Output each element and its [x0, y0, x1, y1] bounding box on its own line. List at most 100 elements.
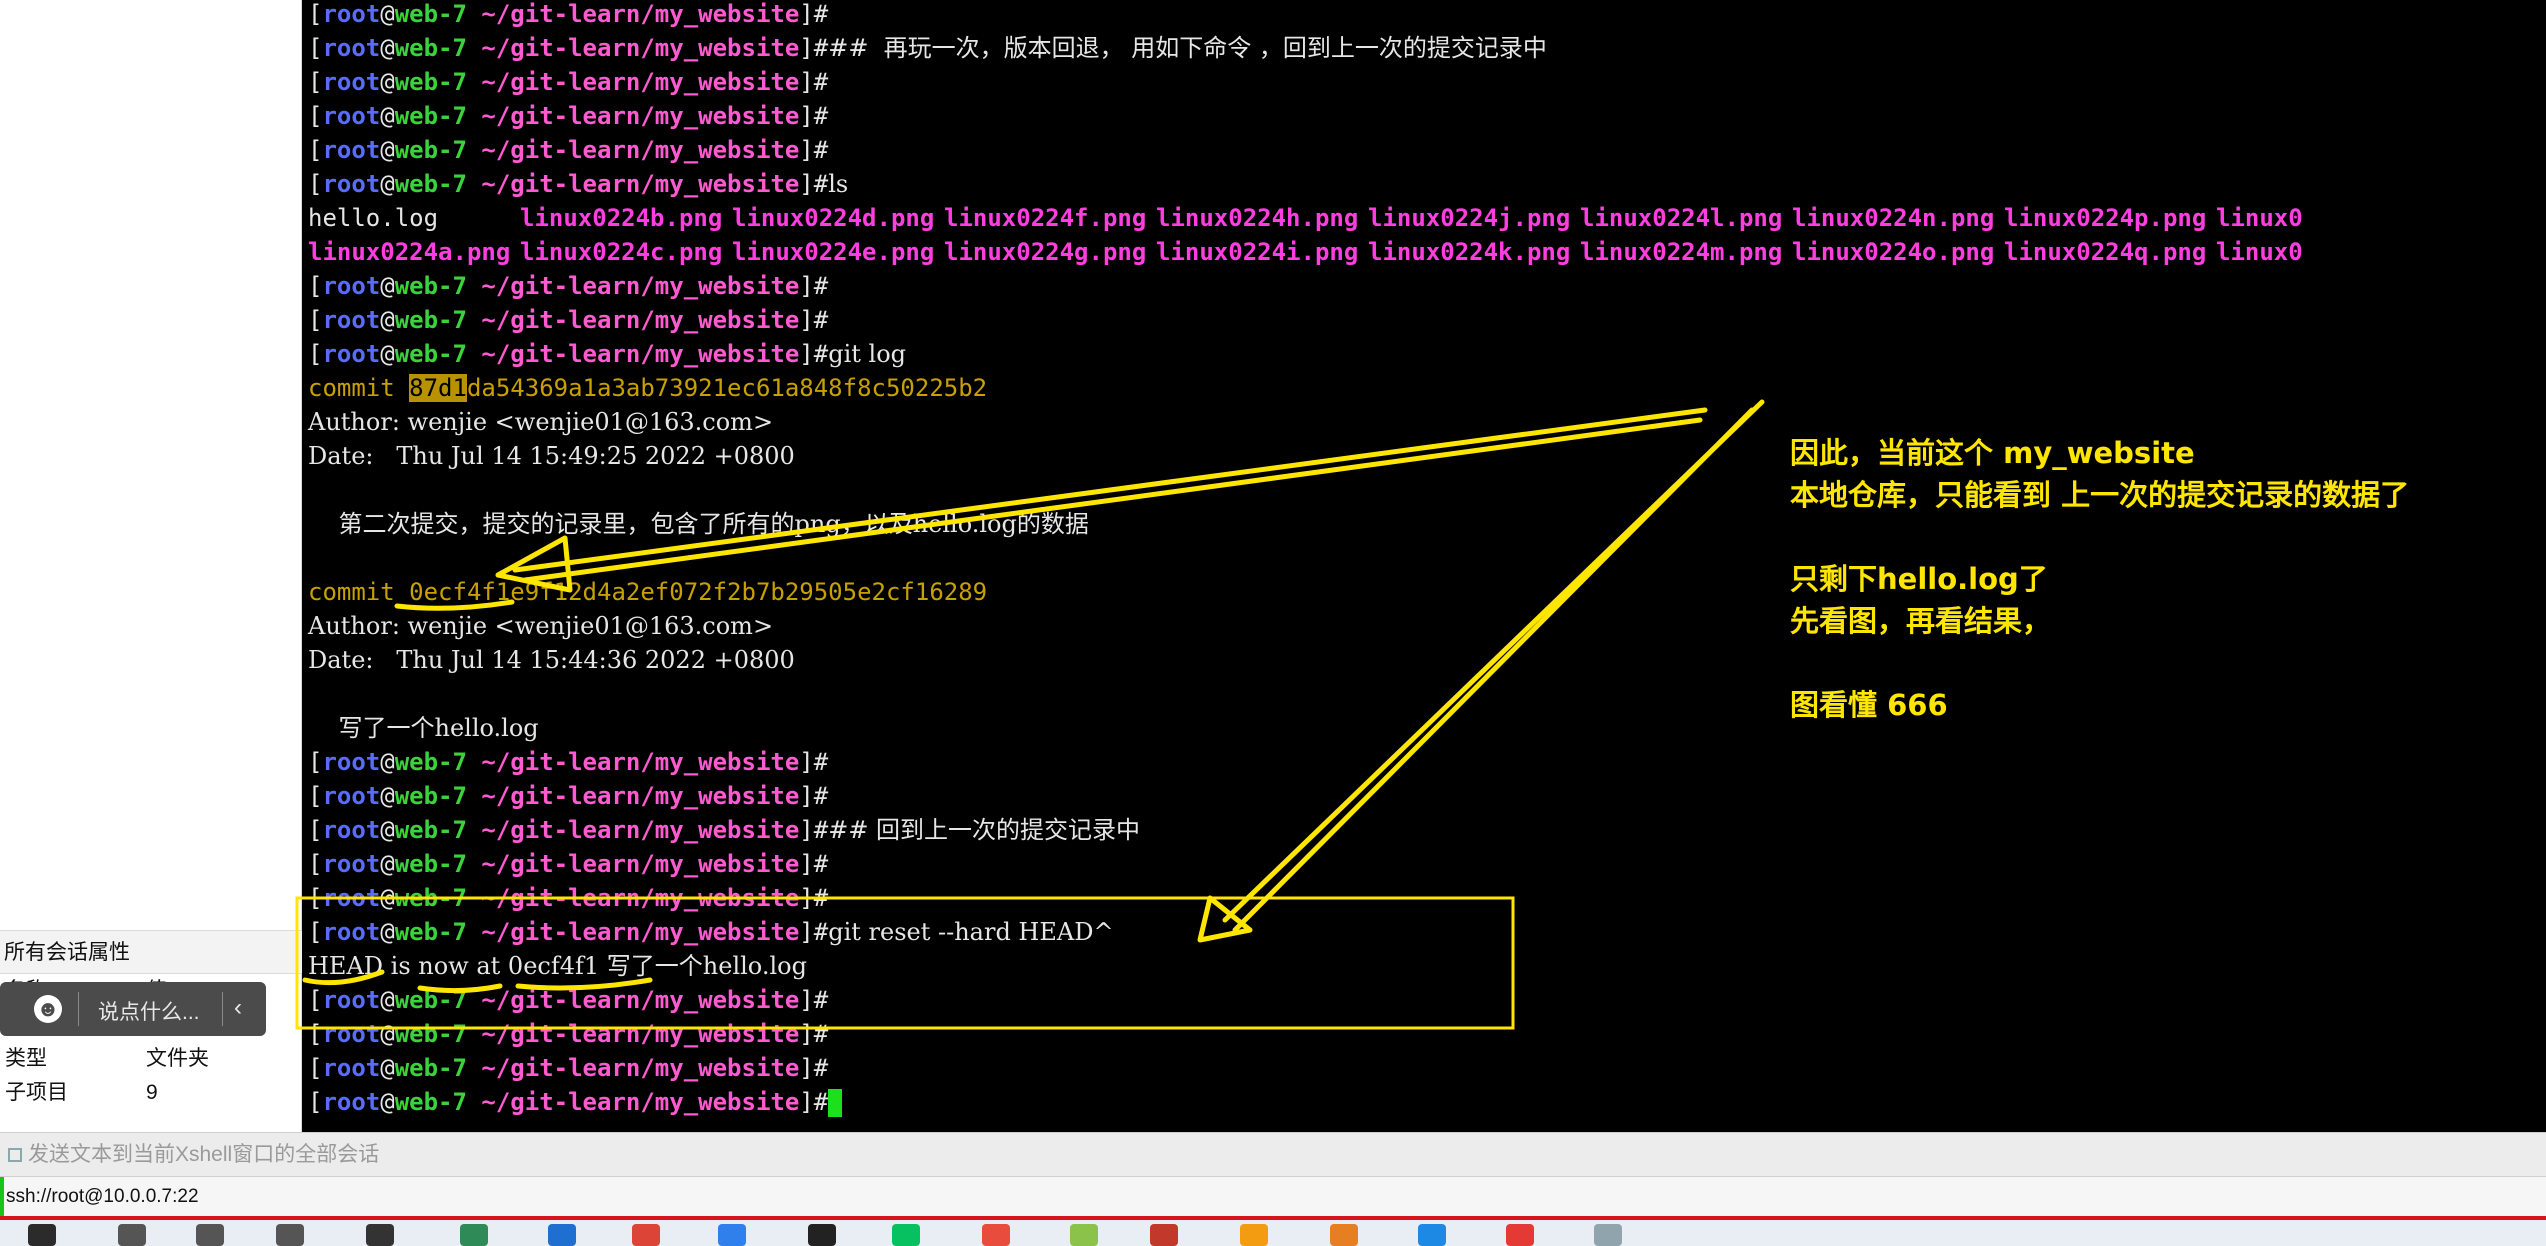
terminal-line: [root@web-7 ~/git-learn/my_website]### 再… [308, 31, 1547, 65]
app-icon[interactable] [1506, 1224, 1534, 1246]
property-row: 类型 文件夹 [0, 1042, 302, 1076]
prompt-bracket: [ [308, 1088, 323, 1116]
prompt-path: ~/git-learn/my_website [466, 272, 800, 300]
file-entry: linux0 [2216, 204, 2303, 232]
connection-indicator [0, 1177, 4, 1217]
prompt-bracket: ]# [799, 782, 829, 810]
prompt-bracket: [ [308, 1020, 323, 1048]
prompt-path: ~/git-learn/my_website [466, 850, 800, 878]
app-icon[interactable] [1594, 1224, 1622, 1246]
terminal-line: [root@web-7 ~/git-learn/my_website]### 回… [308, 813, 1140, 847]
terminal-line: [root@web-7 ~/git-learn/my_website]# [308, 779, 828, 813]
commit-hash-highlight: 87d1 [409, 374, 467, 402]
wechat-icon[interactable] [892, 1224, 920, 1246]
commit-hash: 0ecf4f1e9f12d4a2ef072f2b7b29505e2cf16289 [409, 578, 988, 606]
prompt-at: @ [380, 340, 395, 368]
send-to-all-label: 发送文本到当前Xshell窗口的全部会话 [28, 1143, 380, 1166]
search-icon[interactable] [118, 1224, 146, 1246]
smile-icon[interactable]: ☻ [34, 995, 62, 1023]
prompt-bracket: ]# [799, 340, 829, 368]
terminal-line: Author: wenjie <wenjie01@163.com> [308, 609, 773, 643]
prompt-bracket: ]# [799, 0, 829, 28]
file-entry: linux0224q.png [2004, 238, 2207, 266]
app-icon[interactable] [1240, 1224, 1268, 1246]
chat-input[interactable]: 说点什么... [98, 996, 200, 1026]
app-icon[interactable] [718, 1224, 746, 1246]
prompt-bracket: [ [308, 306, 323, 334]
terminal-line: [root@web-7 ~/git-learn/my_website]# [308, 99, 828, 133]
terminal-line: commit 0ecf4f1e9f12d4a2ef072f2b7b29505e2… [308, 575, 987, 609]
terminal-line: [root@web-7 ~/git-learn/my_website]# [308, 269, 828, 303]
property-value: 文件夹 [146, 1047, 209, 1070]
prompt-bracket: ]# [799, 986, 829, 1014]
prompt-bracket: ]# [799, 272, 829, 300]
chat-popup[interactable]: ☻ 说点什么... ‹ [0, 982, 266, 1036]
prompt-bracket: [ [308, 850, 323, 878]
session-address: ssh://root@10.0.0.7:22 [6, 1186, 199, 1207]
prompt-bracket: ]# [799, 34, 829, 62]
prompt-host: web-7 [394, 170, 467, 198]
prompt-path: ~/git-learn/my_website [466, 0, 800, 28]
prompt-host: web-7 [394, 272, 467, 300]
prompt-bracket: [ [308, 170, 323, 198]
terminal-line: [root@web-7 ~/git-learn/my_website]# [308, 133, 828, 167]
prompt-bracket: [ [308, 748, 323, 776]
app-icon[interactable] [1330, 1224, 1358, 1246]
task-view-icon[interactable] [276, 1224, 304, 1246]
file-entry: linux0224k.png [1368, 238, 1571, 266]
prompt-bracket: ]# [799, 68, 829, 96]
prompt-at: @ [380, 0, 395, 28]
prompt-bracket: [ [308, 0, 323, 28]
app-icon[interactable] [366, 1224, 394, 1246]
prompt-user: root [322, 34, 381, 62]
prompt-at: @ [380, 68, 395, 96]
terminal-line: [root@web-7 ~/git-learn/my_website]# [308, 65, 828, 99]
file-entry: linux0224h.png [1156, 204, 1359, 232]
annotation-line: 先看图，再看结果， [1790, 604, 2052, 638]
prompt-bracket: ]# [799, 748, 829, 776]
prompt-at: @ [380, 918, 395, 946]
prompt-user: root [322, 986, 381, 1014]
prompt-path: ~/git-learn/my_website [466, 340, 800, 368]
terminal-line: [root@web-7 ~/git-learn/my_website]#ls [308, 167, 848, 201]
output-text: Author: wenjie <wenjie01@163.com> [308, 612, 774, 640]
prompt-path: ~/git-learn/my_website [466, 306, 800, 334]
app-icon[interactable] [1418, 1224, 1446, 1246]
app-icon[interactable] [982, 1224, 1010, 1246]
terminal-line: [root@web-7 ~/git-learn/my_website]#git … [308, 337, 906, 371]
terminal-line: linux0224a.png linux0224c.png linux0224e.p… [308, 235, 2546, 269]
chevron-left-icon[interactable]: ‹ [234, 994, 242, 1022]
annotation-line: 只剩下hello.log了 [1790, 562, 2048, 596]
file-entry: linux0 [2216, 238, 2303, 266]
prompt-host: web-7 [394, 850, 467, 878]
app-icon[interactable] [1070, 1224, 1098, 1246]
file-entry: linux0224d.png [732, 204, 935, 232]
typora-icon[interactable] [808, 1224, 836, 1246]
prompt-bracket: ]# [799, 1020, 829, 1048]
mail-icon[interactable] [548, 1224, 576, 1246]
app-icon[interactable] [460, 1224, 488, 1246]
prompt-path: ~/git-learn/my_website [466, 884, 800, 912]
prompt-at: @ [380, 884, 395, 912]
prompt-bracket: [ [308, 102, 323, 130]
terminal-line: [root@web-7 ~/git-learn/my_website]# [308, 0, 828, 31]
commit-hash: da54369a1a3ab73921ec61a848f8c50225b2 [466, 374, 988, 402]
xshell-icon[interactable] [1150, 1224, 1178, 1246]
send-to-all-bar[interactable]: 发送文本到当前Xshell窗口的全部会话 [0, 1132, 2546, 1176]
chrome-icon[interactable] [632, 1224, 660, 1246]
command-text: ## 再玩一次，版本回退， 用如下命令 ，回到上一次的提交记录中 [828, 34, 1547, 62]
prompt-at: @ [380, 306, 395, 334]
cortana-icon[interactable] [196, 1224, 224, 1246]
file-entry: linux0224p.png [2004, 204, 2207, 232]
prompt-user: root [322, 816, 381, 844]
property-value: 9 [146, 1081, 158, 1104]
command-text: ## 回到上一次的提交记录中 [828, 816, 1141, 844]
prompt-path: ~/git-learn/my_website [466, 1020, 800, 1048]
prompt-host: web-7 [394, 816, 467, 844]
prompt-bracket: ]# [799, 102, 829, 130]
prompt-bracket: [ [308, 272, 323, 300]
prompt-host: web-7 [394, 340, 467, 368]
session-properties-header: 所有会话属性 [0, 930, 302, 974]
windows-start-icon[interactable] [28, 1224, 56, 1246]
terminal-line: [root@web-7 ~/git-learn/my_website]# [308, 1085, 843, 1119]
